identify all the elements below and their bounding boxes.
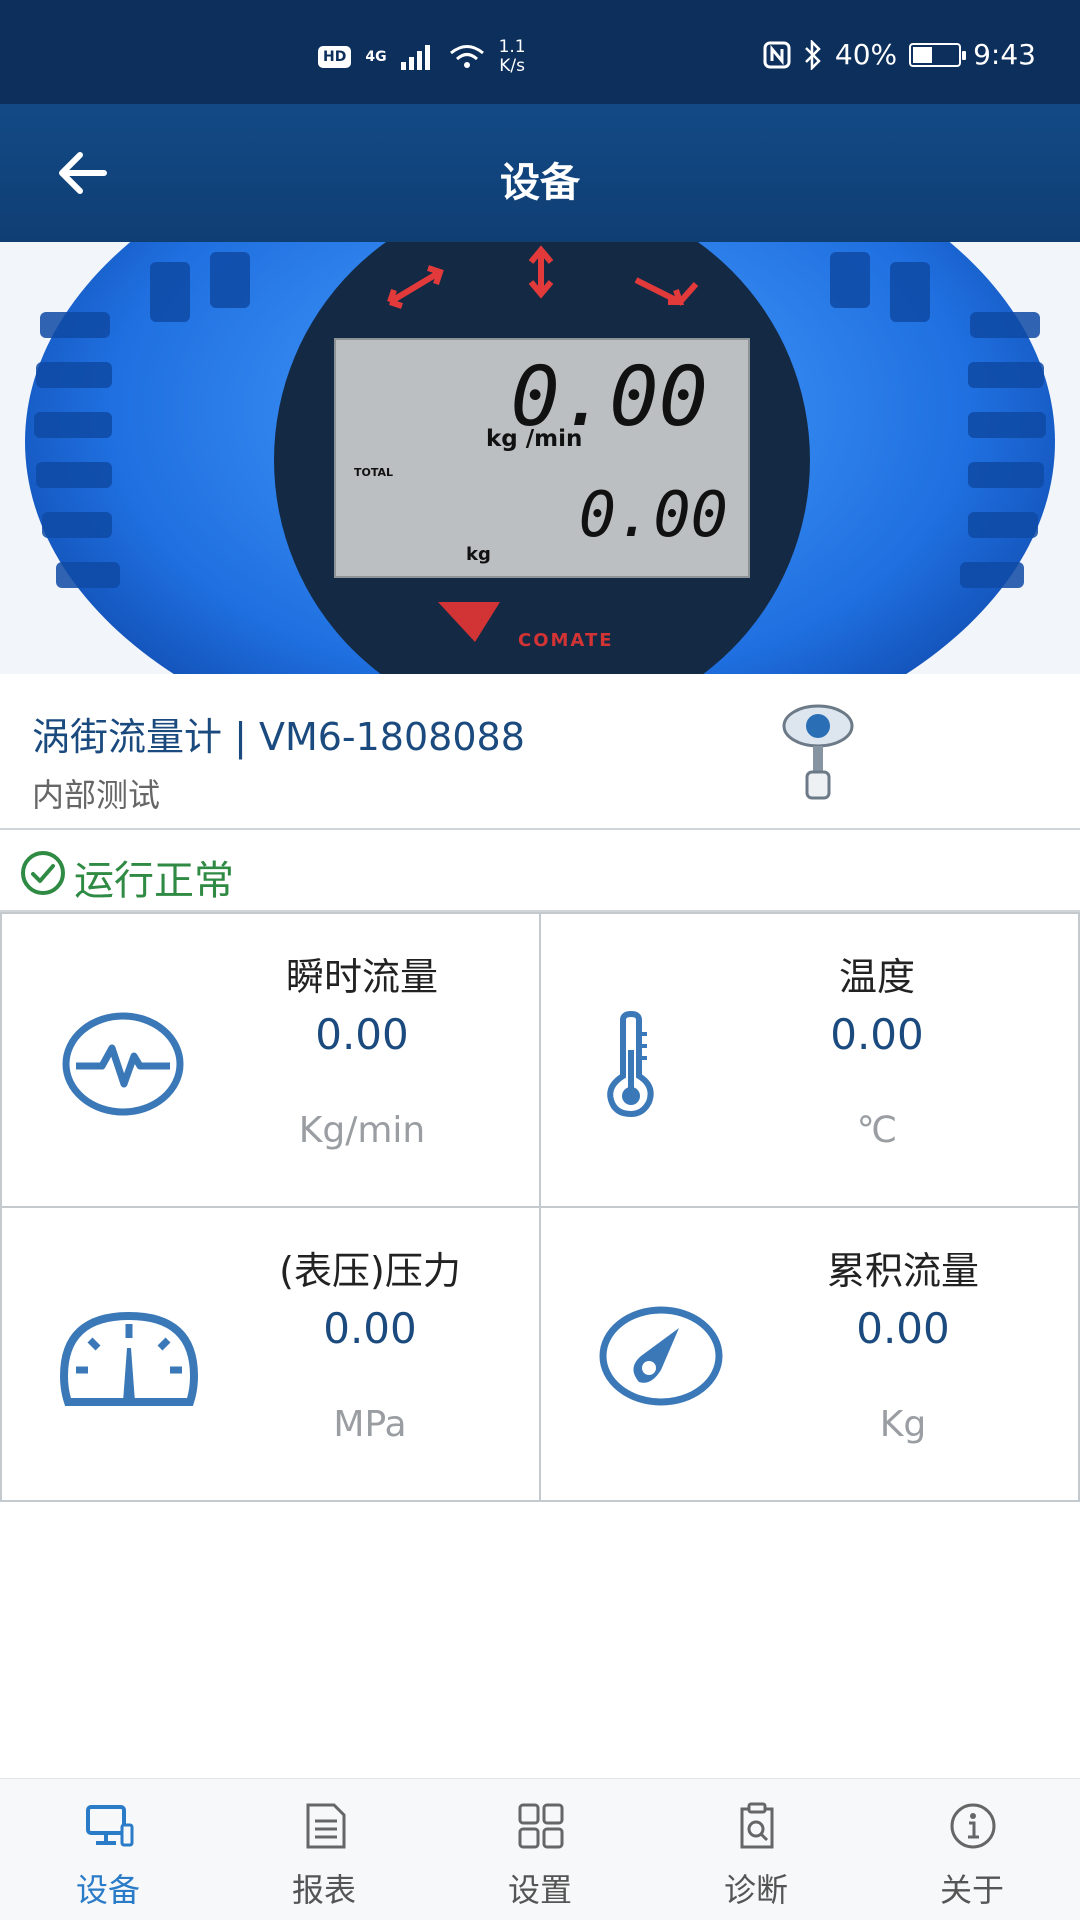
metrics-grid: 瞬时流量 0.00 Kg/min 温度 0.00 ℃ (表压)压力 0.00 M… [0,912,1080,1504]
brand-logo: COMATE [518,630,614,651]
bluetooth-icon [804,39,821,70]
flowmeter-thumbnail-icon[interactable] [780,702,856,802]
device-info: 涡街流量计 | VM6-1808088 内部测试 [0,674,1080,830]
thermometer-icon [607,1010,654,1118]
metric-value: 0.00 [856,1304,950,1353]
bottom-nav: 设备 报表 设置 诊断 关于 [0,1778,1080,1920]
report-icon [306,1803,346,1849]
gauge-icon [60,1311,198,1406]
dial-icon [599,1306,723,1406]
battery-percent: 40% [834,38,898,71]
info-icon [950,1803,996,1849]
signal-icon [400,45,430,70]
hd-badge: HD [318,46,352,68]
device-icon [86,1805,134,1847]
network-speed: 1.1 K/s [498,37,526,76]
check-circle-icon [21,851,65,895]
metric-label: 温度 [838,955,915,999]
metric-unit: Kg [879,1404,927,1445]
status-bar-left-group: HD 4G 1.1 K/s [318,38,526,76]
wifi-icon [449,45,484,68]
metric-value: 0.00 [830,1010,924,1059]
device-subtitle: 内部测试 [32,776,161,814]
status-bar-right-group: 40% 9:43 [763,38,1036,71]
nfc-icon [763,41,791,68]
lcd-total-unit: kg [466,544,491,565]
lcd-rate-unit: kg /min [486,426,583,452]
metric-temperature[interactable]: 温度 0.00 ℃ [539,912,1080,1208]
metric-label: (表压)压力 [279,1249,461,1293]
tab-about[interactable]: 关于 [864,1779,1080,1920]
tab-label: 设备 [75,1871,140,1909]
metric-pressure[interactable]: (表压)压力 0.00 MPa [0,1206,541,1502]
tab-report[interactable]: 报表 [216,1779,432,1920]
tab-device[interactable]: 设备 [0,1779,216,1920]
tab-settings[interactable]: 设置 [432,1779,648,1920]
pulse-icon [62,1012,184,1116]
settings-grid-icon [518,1803,564,1849]
lcd-display: 0.00 kg /min TOTAL 0.00 kg [334,338,750,578]
metric-unit: MPa [333,1404,407,1445]
status-bar: HD 4G 1.1 K/s 40% 9:43 [0,0,1080,104]
tab-label: 报表 [291,1871,356,1909]
metric-total-flow[interactable]: 累积流量 0.00 Kg [539,1206,1080,1502]
run-status-row: 运行正常 [0,830,1080,912]
metric-value: 0.00 [323,1304,417,1353]
network-type: 4G [365,49,387,65]
tab-diagnose[interactable]: 诊断 [648,1779,864,1920]
lcd-total-label: TOTAL [354,466,394,479]
metric-unit: Kg/min [298,1110,426,1151]
metric-label: 累积流量 [826,1249,979,1293]
run-status-text: 运行正常 [74,858,234,904]
lcd-total-value: 0.00 [578,478,728,551]
tab-label: 诊断 [723,1871,788,1909]
metric-instant-flow[interactable]: 瞬时流量 0.00 Kg/min [0,912,541,1208]
device-image: 0.00 kg /min TOTAL 0.00 kg COMATE [0,242,1080,674]
clock: 9:43 [973,38,1036,71]
metric-value: 0.00 [315,1010,409,1059]
metric-unit: ℃ [856,1110,898,1151]
battery-icon [909,42,967,67]
diagnose-icon [740,1802,774,1849]
tab-label: 设置 [507,1871,572,1909]
app-header: 设备 [0,104,1080,242]
metric-label: 瞬时流量 [285,955,438,999]
device-name: 涡街流量计 | VM6-1808088 [32,715,525,759]
tab-label: 关于 [939,1871,1004,1909]
page-title: 设备 [500,160,580,206]
